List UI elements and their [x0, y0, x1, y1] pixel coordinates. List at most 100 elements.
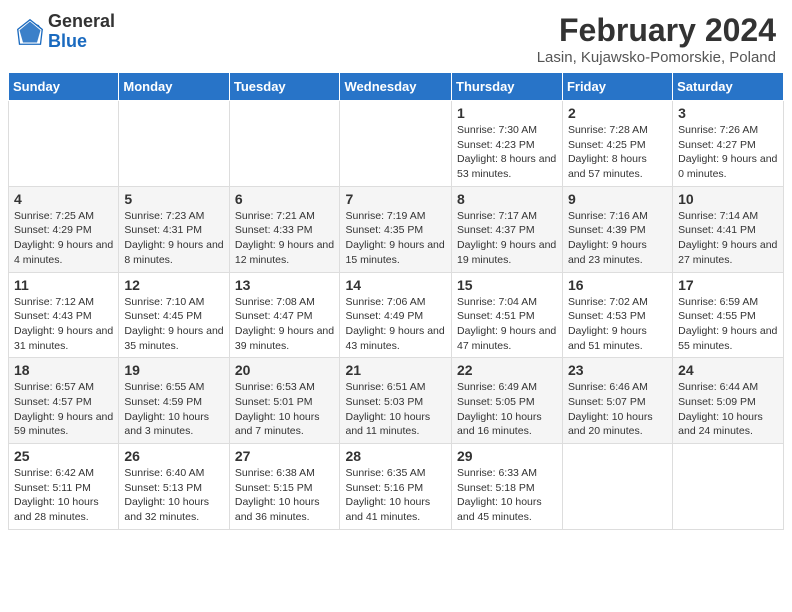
day-info: Sunrise: 7:21 AM Sunset: 4:33 PM Dayligh… — [235, 209, 335, 268]
logo-blue-text: Blue — [48, 31, 87, 51]
calendar-week-row: 11 Sunrise: 7:12 AM Sunset: 4:43 PM Dayli… — [9, 272, 784, 358]
day-number: 13 — [235, 277, 335, 293]
day-info: Sunrise: 6:51 AM Sunset: 5:03 PM Dayligh… — [345, 380, 446, 439]
day-info: Sunrise: 7:04 AM Sunset: 4:51 PM Dayligh… — [457, 295, 557, 354]
day-info: Sunrise: 6:40 AM Sunset: 5:13 PM Dayligh… — [124, 466, 223, 525]
calendar-cell — [119, 101, 229, 187]
day-info: Sunrise: 7:10 AM Sunset: 4:45 PM Dayligh… — [124, 295, 223, 354]
calendar-cell: 24 Sunrise: 6:44 AM Sunset: 5:09 PM Dayli… — [673, 358, 784, 444]
calendar-cell: 27 Sunrise: 6:38 AM Sunset: 5:15 PM Dayli… — [229, 444, 340, 530]
calendar-cell: 4Sunrise: 7:25 AM Sunset: 4:29 PM Daylig… — [9, 186, 119, 272]
col-sunday: Sunday — [9, 73, 119, 101]
day-info: Sunrise: 6:35 AM Sunset: 5:16 PM Dayligh… — [345, 466, 446, 525]
day-number: 21 — [345, 362, 446, 378]
calendar-cell: 9 Sunrise: 7:16 AM Sunset: 4:39 PM Daylig… — [562, 186, 672, 272]
day-number: 19 — [124, 362, 223, 378]
calendar-cell: 19 Sunrise: 6:55 AM Sunset: 4:59 PM Dayli… — [119, 358, 229, 444]
calendar-container: Sunday Monday Tuesday Wednesday Thursday… — [0, 72, 792, 538]
calendar-cell: 25Sunrise: 6:42 AM Sunset: 5:11 PM Dayli… — [9, 444, 119, 530]
calendar-cell: 20 Sunrise: 6:53 AM Sunset: 5:01 PM Dayli… — [229, 358, 340, 444]
day-info: Sunrise: 6:38 AM Sunset: 5:15 PM Dayligh… — [235, 466, 335, 525]
calendar-cell: 12 Sunrise: 7:10 AM Sunset: 4:45 PM Dayli… — [119, 272, 229, 358]
calendar-week-row: 25Sunrise: 6:42 AM Sunset: 5:11 PM Dayli… — [9, 444, 784, 530]
day-info: Sunrise: 6:55 AM Sunset: 4:59 PM Dayligh… — [124, 380, 223, 439]
day-number: 1 — [457, 105, 557, 121]
calendar-cell: 18Sunrise: 6:57 AM Sunset: 4:57 PM Dayli… — [9, 358, 119, 444]
day-info: Sunrise: 6:44 AM Sunset: 5:09 PM Dayligh… — [678, 380, 778, 439]
day-number: 7 — [345, 191, 446, 207]
day-number: 11 — [14, 277, 113, 293]
day-info: Sunrise: 7:30 AM Sunset: 4:23 PM Dayligh… — [457, 123, 557, 182]
day-number: 16 — [568, 277, 667, 293]
day-number: 2 — [568, 105, 667, 121]
day-info: Sunrise: 6:46 AM Sunset: 5:07 PM Dayligh… — [568, 380, 667, 439]
day-info: Sunrise: 6:57 AM Sunset: 4:57 PM Dayligh… — [14, 380, 113, 439]
logo-general-text: General — [48, 11, 115, 31]
day-info: Sunrise: 7:19 AM Sunset: 4:35 PM Dayligh… — [345, 209, 446, 268]
col-tuesday: Tuesday — [229, 73, 340, 101]
day-number: 9 — [568, 191, 667, 207]
day-info: Sunrise: 7:06 AM Sunset: 4:49 PM Dayligh… — [345, 295, 446, 354]
calendar-cell — [562, 444, 672, 530]
calendar-table: Sunday Monday Tuesday Wednesday Thursday… — [8, 72, 784, 530]
day-number: 26 — [124, 448, 223, 464]
month-title: February 2024 — [537, 12, 776, 49]
calendar-cell: 13 Sunrise: 7:08 AM Sunset: 4:47 PM Dayli… — [229, 272, 340, 358]
col-saturday: Saturday — [673, 73, 784, 101]
calendar-cell: 8 Sunrise: 7:17 AM Sunset: 4:37 PM Daylig… — [452, 186, 563, 272]
calendar-cell: 22 Sunrise: 6:49 AM Sunset: 5:05 PM Dayli… — [452, 358, 563, 444]
col-wednesday: Wednesday — [340, 73, 452, 101]
calendar-cell: 7 Sunrise: 7:19 AM Sunset: 4:35 PM Daylig… — [340, 186, 452, 272]
day-number: 17 — [678, 277, 778, 293]
calendar-week-row: 1 Sunrise: 7:30 AM Sunset: 4:23 PM Daylig… — [9, 101, 784, 187]
calendar-cell: 21 Sunrise: 6:51 AM Sunset: 5:03 PM Dayli… — [340, 358, 452, 444]
day-info: Sunrise: 7:17 AM Sunset: 4:37 PM Dayligh… — [457, 209, 557, 268]
day-info: Sunrise: 7:23 AM Sunset: 4:31 PM Dayligh… — [124, 209, 223, 268]
calendar-cell: 6Sunrise: 7:21 AM Sunset: 4:33 PM Daylig… — [229, 186, 340, 272]
day-number: 3 — [678, 105, 778, 121]
logo-icon — [16, 18, 44, 46]
location-label: Lasin, Kujawsko-Pomorskie, Poland — [537, 49, 776, 66]
calendar-cell — [340, 101, 452, 187]
day-number: 27 — [235, 448, 335, 464]
page-header: General Blue February 2024 Lasin, Kujaws… — [0, 0, 792, 72]
day-info: Sunrise: 7:26 AM Sunset: 4:27 PM Dayligh… — [678, 123, 778, 182]
col-friday: Friday — [562, 73, 672, 101]
day-info: Sunrise: 7:08 AM Sunset: 4:47 PM Dayligh… — [235, 295, 335, 354]
day-number: 22 — [457, 362, 557, 378]
day-number: 5 — [124, 191, 223, 207]
calendar-header-row: Sunday Monday Tuesday Wednesday Thursday… — [9, 73, 784, 101]
calendar-cell: 29 Sunrise: 6:33 AM Sunset: 5:18 PM Dayli… — [452, 444, 563, 530]
calendar-week-row: 18Sunrise: 6:57 AM Sunset: 4:57 PM Dayli… — [9, 358, 784, 444]
day-number: 24 — [678, 362, 778, 378]
calendar-cell: 17 Sunrise: 6:59 AM Sunset: 4:55 PM Dayli… — [673, 272, 784, 358]
day-info: Sunrise: 6:49 AM Sunset: 5:05 PM Dayligh… — [457, 380, 557, 439]
day-number: 14 — [345, 277, 446, 293]
calendar-cell: 3 Sunrise: 7:26 AM Sunset: 4:27 PM Daylig… — [673, 101, 784, 187]
day-number: 12 — [124, 277, 223, 293]
day-number: 29 — [457, 448, 557, 464]
calendar-cell: 1 Sunrise: 7:30 AM Sunset: 4:23 PM Daylig… — [452, 101, 563, 187]
calendar-cell: 16 Sunrise: 7:02 AM Sunset: 4:53 PM Dayli… — [562, 272, 672, 358]
day-number: 28 — [345, 448, 446, 464]
day-number: 8 — [457, 191, 557, 207]
day-info: Sunrise: 6:53 AM Sunset: 5:01 PM Dayligh… — [235, 380, 335, 439]
day-number: 4 — [14, 191, 113, 207]
day-number: 23 — [568, 362, 667, 378]
day-number: 20 — [235, 362, 335, 378]
calendar-cell: 14 Sunrise: 7:06 AM Sunset: 4:49 PM Dayli… — [340, 272, 452, 358]
logo: General Blue — [16, 12, 115, 52]
day-info: Sunrise: 6:33 AM Sunset: 5:18 PM Dayligh… — [457, 466, 557, 525]
calendar-cell: 10Sunrise: 7:14 AM Sunset: 4:41 PM Dayli… — [673, 186, 784, 272]
day-number: 25 — [14, 448, 113, 464]
calendar-cell — [9, 101, 119, 187]
day-info: Sunrise: 7:14 AM Sunset: 4:41 PM Dayligh… — [678, 209, 778, 268]
calendar-cell: 23 Sunrise: 6:46 AM Sunset: 5:07 PM Dayli… — [562, 358, 672, 444]
title-area: February 2024 Lasin, Kujawsko-Pomorskie,… — [537, 12, 776, 66]
day-info: Sunrise: 7:16 AM Sunset: 4:39 PM Dayligh… — [568, 209, 667, 268]
day-info: Sunrise: 6:59 AM Sunset: 4:55 PM Dayligh… — [678, 295, 778, 354]
day-info: Sunrise: 7:12 AM Sunset: 4:43 PM Dayligh… — [14, 295, 113, 354]
calendar-cell: 28 Sunrise: 6:35 AM Sunset: 5:16 PM Dayli… — [340, 444, 452, 530]
day-info: Sunrise: 7:02 AM Sunset: 4:53 PM Dayligh… — [568, 295, 667, 354]
calendar-cell: 5 Sunrise: 7:23 AM Sunset: 4:31 PM Daylig… — [119, 186, 229, 272]
